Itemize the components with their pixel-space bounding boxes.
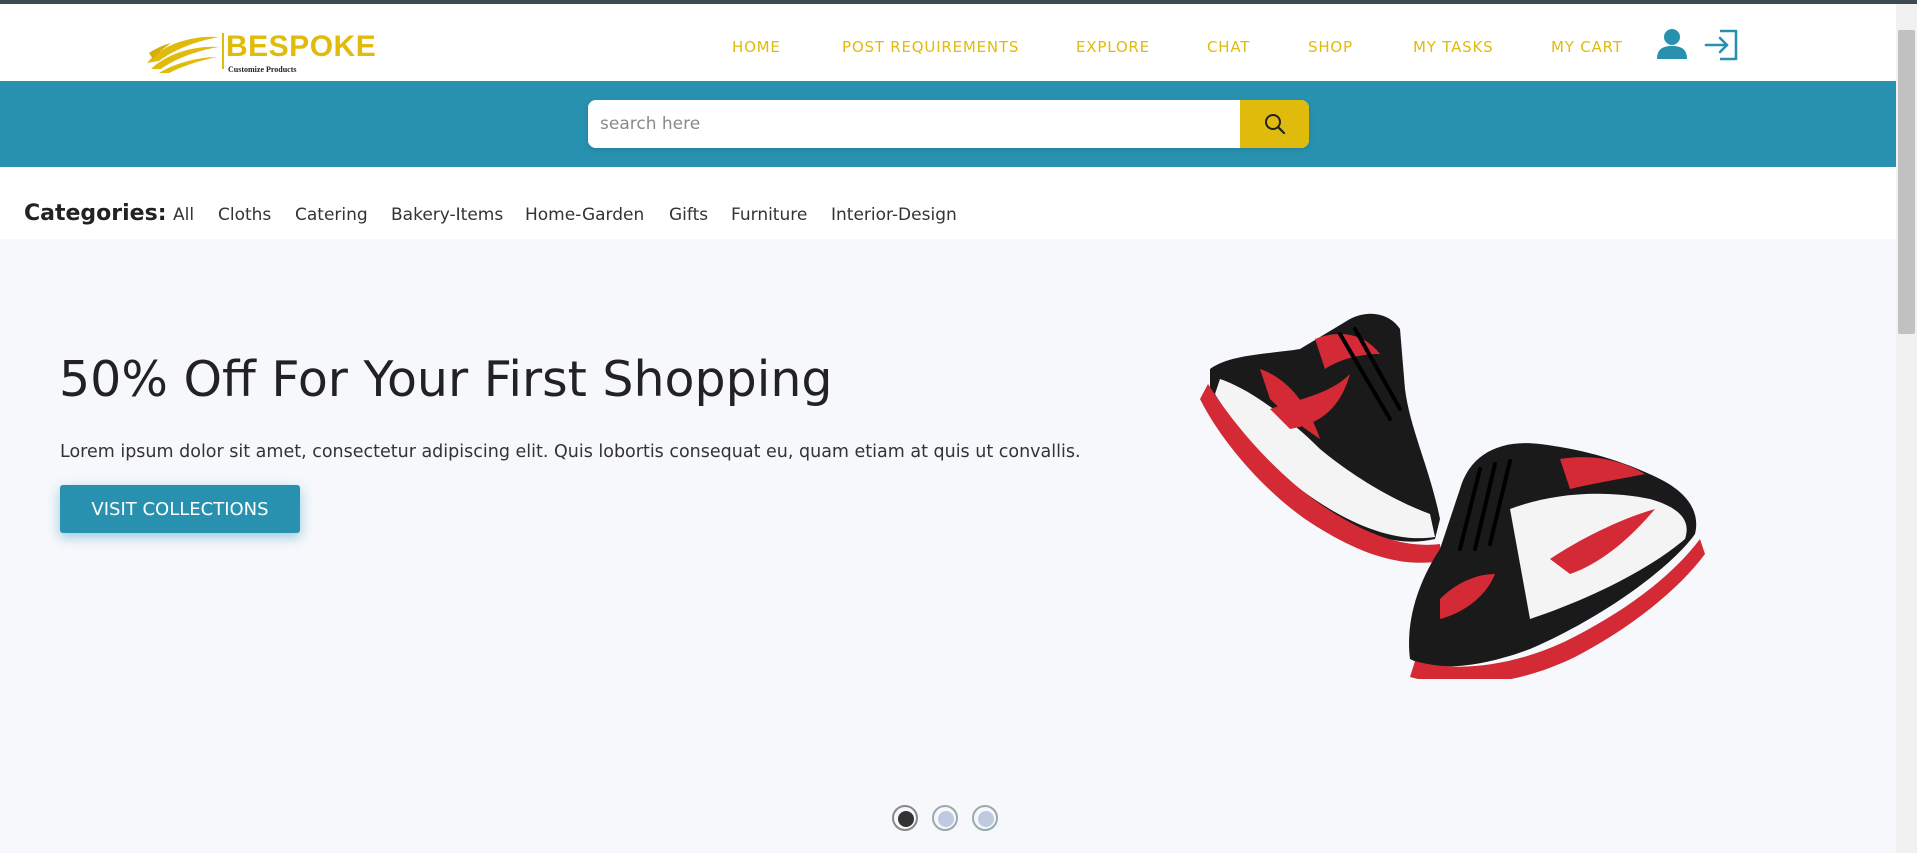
sneakers-image bbox=[1200, 313, 1705, 679]
carousel-indicators bbox=[892, 805, 1012, 835]
categories-bar: Categories: All Cloths Catering Bakery-I… bbox=[0, 167, 1896, 239]
search-band bbox=[0, 81, 1896, 167]
hero-description: Lorem ipsum dolor sit amet, consectetur … bbox=[60, 442, 1081, 462]
brand-tagline: Customize Products bbox=[228, 65, 297, 74]
nav-my-tasks[interactable]: MY TASKS bbox=[1413, 36, 1493, 58]
search-box bbox=[588, 100, 1309, 148]
category-catering[interactable]: Catering bbox=[295, 203, 368, 227]
sneaker-left bbox=[1200, 313, 1442, 563]
carousel-dot-1[interactable] bbox=[892, 805, 918, 831]
sign-in-icon[interactable] bbox=[1704, 28, 1740, 62]
categories-label: Categories: bbox=[24, 201, 167, 226]
page-scrollbar[interactable] bbox=[1896, 4, 1917, 853]
visit-collections-button[interactable]: VISIT COLLECTIONS bbox=[60, 485, 300, 533]
nav-post-requirements[interactable]: POST REQUIREMENTS bbox=[842, 36, 1019, 58]
carousel-dot-2[interactable] bbox=[932, 805, 958, 831]
category-home-garden[interactable]: Home-Garden bbox=[525, 203, 644, 227]
main-nav: HOME POST REQUIREMENTS EXPLORE CHAT SHOP… bbox=[0, 36, 1896, 58]
nav-my-cart[interactable]: MY CART bbox=[1551, 36, 1623, 58]
search-icon bbox=[1264, 114, 1285, 135]
category-cloths[interactable]: Cloths bbox=[218, 203, 271, 227]
nav-chat[interactable]: CHAT bbox=[1207, 36, 1250, 58]
search-button[interactable] bbox=[1240, 100, 1309, 148]
hero-title: 50% Off For Your First Shopping bbox=[59, 351, 833, 408]
user-icon[interactable] bbox=[1655, 27, 1689, 61]
nav-shop[interactable]: SHOP bbox=[1308, 36, 1353, 58]
scrollbar-thumb[interactable] bbox=[1898, 30, 1915, 334]
site-header: BESPOKE Customize Products HOME POST REQ… bbox=[0, 4, 1896, 81]
search-input[interactable] bbox=[588, 100, 1240, 148]
sneaker-right bbox=[1409, 443, 1705, 679]
category-furniture[interactable]: Furniture bbox=[731, 203, 807, 227]
nav-home[interactable]: HOME bbox=[732, 36, 781, 58]
hero-banner: 50% Off For Your First Shopping Lorem ip… bbox=[0, 239, 1896, 853]
category-gifts[interactable]: Gifts bbox=[669, 203, 708, 227]
category-bakery-items[interactable]: Bakery-Items bbox=[391, 203, 503, 227]
category-all[interactable]: All bbox=[173, 203, 194, 227]
nav-explore[interactable]: EXPLORE bbox=[1076, 36, 1150, 58]
carousel-dot-3[interactable] bbox=[972, 805, 998, 831]
category-interior-design[interactable]: Interior-Design bbox=[831, 203, 957, 227]
